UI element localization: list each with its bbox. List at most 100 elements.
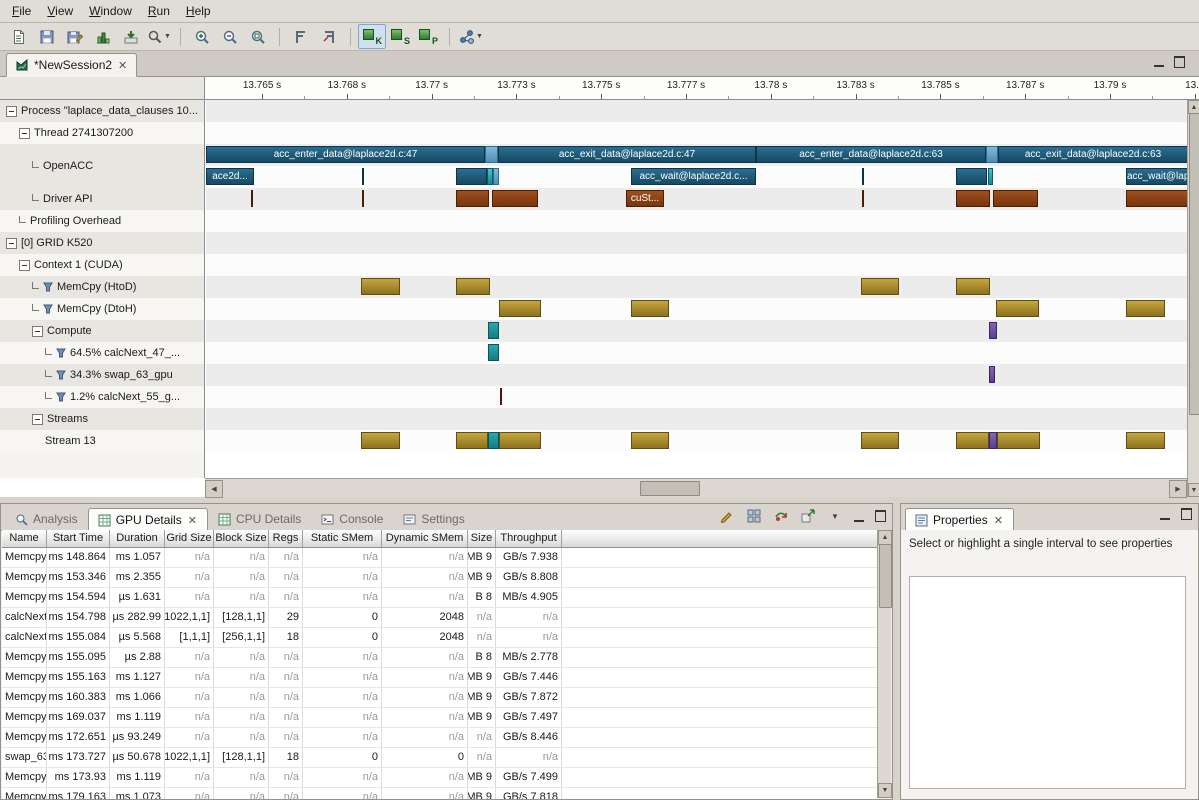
timeline-interval[interactable]: [362, 190, 364, 207]
goto-end-button[interactable]: [315, 24, 343, 49]
timeline-interval[interactable]: [361, 432, 400, 449]
scrollbar-thumb[interactable]: [879, 544, 892, 608]
table-row[interactable]: Memcpy179.163 ms1.073 msn/an/an/an/an/a9…: [2, 788, 877, 799]
maximize-icon[interactable]: [875, 510, 886, 522]
timeline-interval[interactable]: [492, 190, 538, 207]
timeline-vertical-scrollbar[interactable]: ▲ ▼: [1187, 100, 1199, 497]
close-icon[interactable]: ✕: [117, 59, 128, 72]
maximize-icon[interactable]: [1181, 508, 1192, 520]
timeline-interval[interactable]: acc_wait@laplace2d.c...: [631, 168, 756, 185]
minimize-icon[interactable]: [1160, 515, 1170, 520]
collapse-toggle-icon[interactable]: [32, 414, 43, 425]
column-header[interactable]: Grid Size: [165, 530, 214, 548]
timeline-interval[interactable]: [988, 168, 993, 185]
table-row[interactable]: Memcpy155.163 ms1.127 msn/an/an/an/an/a9…: [2, 668, 877, 688]
table-row[interactable]: calcNext154.798 ms282.99 µs[1022,1,1][12…: [2, 608, 877, 628]
tab-analysis[interactable]: Analysis: [5, 507, 88, 530]
timeline-interval[interactable]: [488, 322, 499, 339]
timeline-interval[interactable]: [499, 432, 541, 449]
scroll-right-arrow-icon[interactable]: ▶: [1169, 480, 1187, 498]
timeline-interval[interactable]: [993, 190, 1038, 207]
tree-row[interactable]: Thread 2741307200: [0, 122, 204, 144]
tab-gpu-details[interactable]: GPU Details✕: [88, 508, 208, 531]
export-button[interactable]: [117, 24, 145, 49]
timeline-interval[interactable]: [456, 168, 487, 185]
zoom-fit-button[interactable]: [244, 24, 272, 49]
timeline-interval[interactable]: acc_enter_data@laplace2d.c:47: [206, 146, 485, 163]
edit-icon[interactable]: [719, 508, 735, 524]
table-row[interactable]: Memcpy154.594 ms1.631 µsn/an/an/an/an/a8…: [2, 588, 877, 608]
timeline-interval[interactable]: cuSt...: [626, 190, 664, 207]
column-header[interactable]: Dynamic SMem: [382, 530, 468, 548]
tab-settings[interactable]: Settings: [393, 507, 474, 530]
timeline-interval[interactable]: [631, 432, 669, 449]
tree-row[interactable]: MemCpy (HtoD): [0, 276, 204, 298]
tree-row[interactable]: Driver API: [0, 188, 204, 210]
table-row[interactable]: Memcpy153.346 ms2.355 msn/an/an/an/an/a9…: [2, 568, 877, 588]
collapse-toggle-icon[interactable]: [32, 326, 43, 337]
collapse-toggle-icon[interactable]: [19, 260, 30, 271]
timeline-interval[interactable]: [499, 300, 541, 317]
timeline-interval[interactable]: [997, 432, 1040, 449]
timeline-interval[interactable]: [996, 300, 1039, 317]
stream-timeline-toggle[interactable]: S: [386, 24, 414, 49]
table-row[interactable]: Memcpy169.037 ms1.119 msn/an/an/an/an/a9…: [2, 708, 877, 728]
table-row[interactable]: swap_63173.727 ms50.678 µs[1022,1,1][128…: [2, 748, 877, 768]
tab-cpu-details[interactable]: CPU Details: [208, 507, 311, 530]
tree-row[interactable]: Context 1 (CUDA): [0, 254, 204, 276]
timeline-interval[interactable]: [361, 278, 400, 295]
column-header[interactable]: Name: [2, 530, 47, 548]
table-row[interactable]: calcNext155.084 ms5.568 µs[1,1,1][256,1,…: [2, 628, 877, 648]
timeline-interval[interactable]: ace2d...: [206, 168, 254, 185]
goto-start-button[interactable]: [287, 24, 315, 49]
table-row[interactable]: Memcpy160.383 ms1.066 msn/an/an/an/an/a9…: [2, 688, 877, 708]
timeline-interval[interactable]: [956, 168, 987, 185]
scrollbar-thumb[interactable]: [640, 481, 700, 496]
timeline-interval[interactable]: [456, 278, 490, 295]
zoom-in-button[interactable]: [188, 24, 216, 49]
panel-splitter[interactable]: [893, 503, 900, 800]
tree-row[interactable]: 34.3% swap_63_gpu: [0, 364, 204, 386]
timeline-interval[interactable]: [956, 432, 989, 449]
timeline-interval[interactable]: [488, 344, 499, 361]
timeline-interval[interactable]: [989, 432, 997, 449]
collapse-toggle-icon[interactable]: [6, 238, 17, 249]
table-row[interactable]: Memcpy148.864 ms1.057 msn/an/an/an/an/a9…: [2, 548, 877, 568]
timeline-interval[interactable]: acc_exit_data@laplace2d.c:47: [498, 146, 756, 163]
menu-run[interactable]: Run: [140, 2, 178, 20]
menu-help[interactable]: Help: [178, 2, 219, 20]
tree-row[interactable]: MemCpy (DtoH): [0, 298, 204, 320]
table-row[interactable]: Memcpy155.095 ms2.88 µsn/an/an/an/an/a8 …: [2, 648, 877, 668]
tree-row[interactable]: Compute: [0, 320, 204, 342]
scroll-up-arrow-icon[interactable]: ▲: [1188, 100, 1199, 114]
table-row[interactable]: Memcpy172.651 ms93.249 µsn/an/an/an/an/a…: [2, 728, 877, 748]
timeline-interval[interactable]: [861, 432, 899, 449]
column-header[interactable]: Duration: [110, 530, 165, 548]
scrollbar-thumb[interactable]: [1189, 113, 1199, 415]
timeline-interval[interactable]: [485, 146, 498, 163]
menu-window[interactable]: Window: [81, 2, 140, 20]
timeline-interval[interactable]: [862, 190, 864, 207]
session-tab[interactable]: *NewSession2 ✕: [6, 53, 137, 77]
table-row[interactable]: Memcpy173.93 ms1.119 msn/an/an/an/an/a9 …: [2, 768, 877, 788]
process-timeline-toggle[interactable]: P: [414, 24, 442, 49]
column-header[interactable]: Regs: [269, 530, 303, 548]
layout-icon[interactable]: [746, 508, 762, 524]
menu-file[interactable]: File: [4, 2, 39, 20]
minimize-icon[interactable]: [854, 517, 864, 522]
column-header[interactable]: Start Time: [47, 530, 110, 548]
timeline-interval[interactable]: [493, 168, 499, 185]
column-header[interactable]: Size: [468, 530, 496, 548]
timeline-horizontal-scrollbar[interactable]: ◀ ▶: [205, 478, 1187, 497]
timeline-interval[interactable]: [1126, 300, 1165, 317]
tree-row[interactable]: 1.2% calcNext_55_g...: [0, 386, 204, 408]
save-as-button[interactable]: [61, 24, 89, 49]
timeline-interval[interactable]: [956, 278, 990, 295]
scroll-left-arrow-icon[interactable]: ◀: [205, 480, 223, 498]
collapse-toggle-icon[interactable]: [6, 106, 17, 117]
close-icon[interactable]: ✕: [993, 514, 1004, 527]
timeline-interval[interactable]: [362, 168, 364, 185]
scroll-up-arrow-icon[interactable]: ▲: [878, 530, 892, 545]
minimize-icon[interactable]: [1154, 62, 1164, 67]
table-vertical-scrollbar[interactable]: ▲ ▼: [877, 530, 891, 798]
